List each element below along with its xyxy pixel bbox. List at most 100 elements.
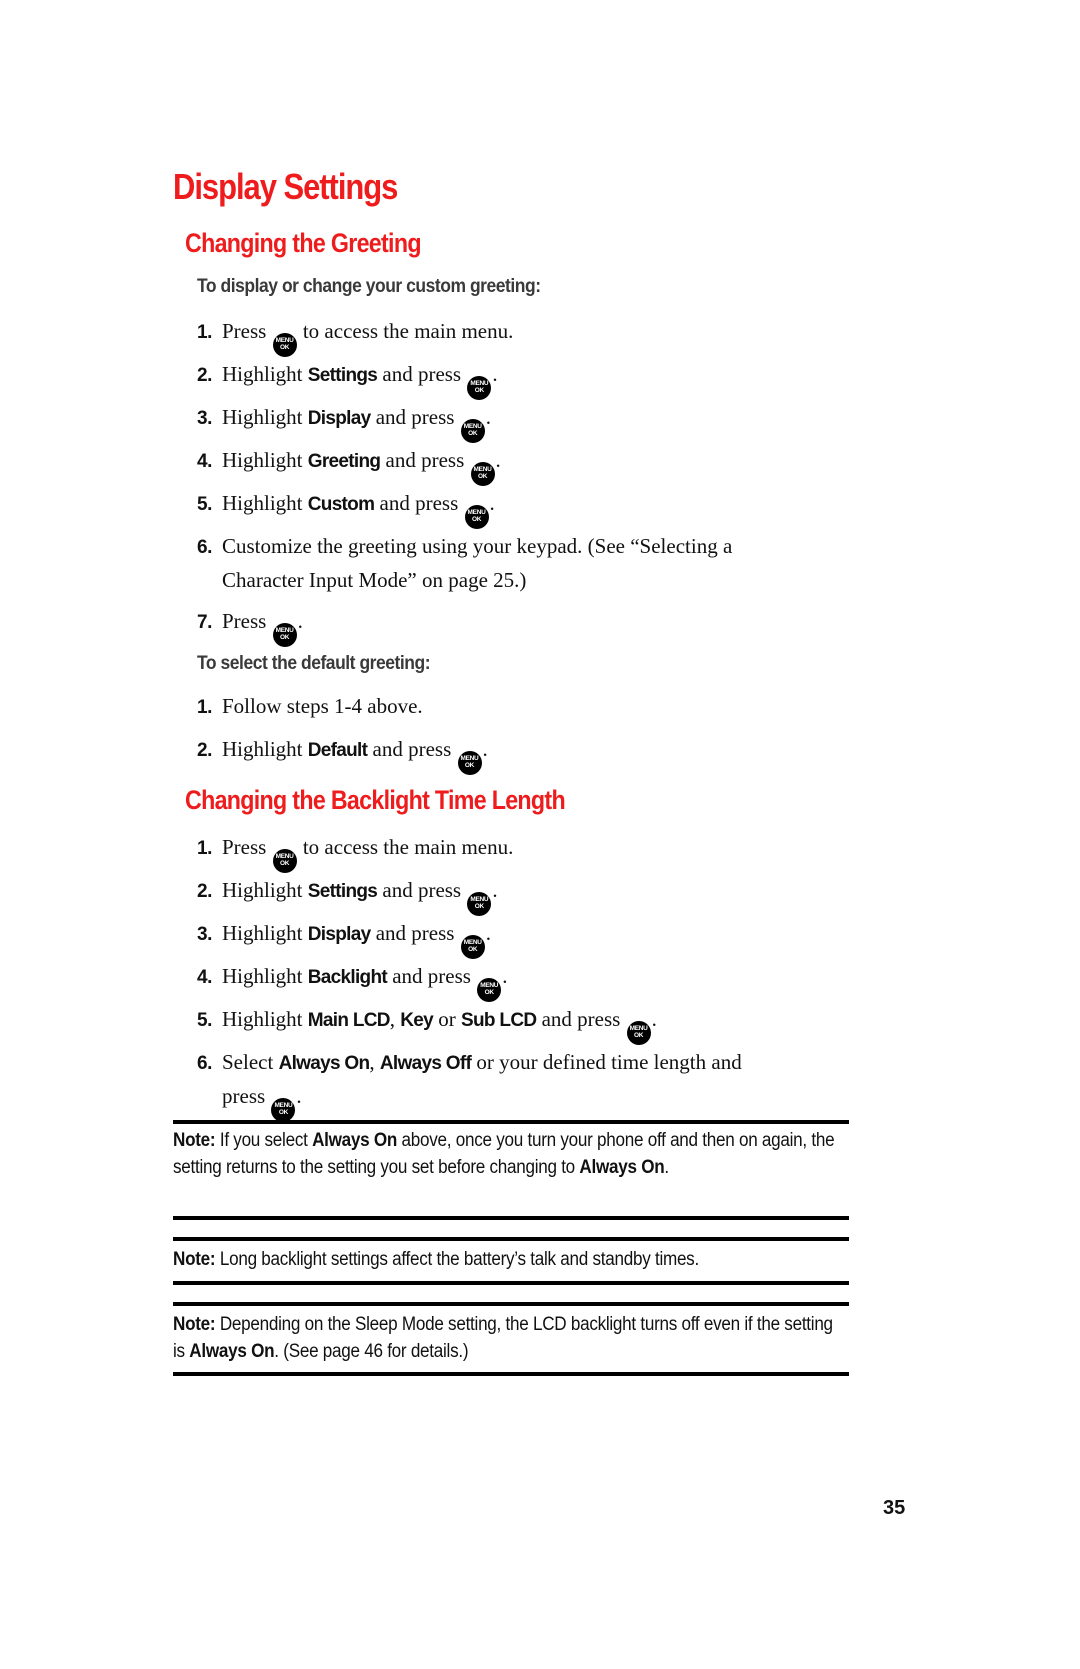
step-text: or	[438, 1007, 456, 1031]
menu-ok-key-icon: MENU OK	[271, 1097, 296, 1122]
note-emphasis: Always On	[189, 1341, 275, 1362]
subheading-default-greeting: To select the default greeting:	[197, 653, 431, 674]
page-number: 35	[883, 1497, 906, 1519]
menu-ok-key-icon: MENU OK	[464, 504, 489, 529]
list-item: 2. Highlight Default and press MENU OK.	[197, 733, 837, 775]
page-title: Display Settings	[173, 166, 398, 207]
step-text: and press	[382, 362, 462, 386]
list-item: 2. Highlight Settings and press MENU OK.	[197, 874, 837, 916]
menu-option-always-off: Always Off	[379, 1053, 472, 1074]
note-text: . (See page 46 for details.)	[274, 1341, 469, 1362]
menu-ok-key-icon: MENU OK	[467, 375, 492, 400]
manual-page: Display Settings Changing the Greeting T…	[0, 0, 1080, 1669]
list-item: 1. Follow steps 1-4 above.	[197, 690, 837, 724]
separator: ,	[369, 1050, 375, 1074]
separator: ,	[389, 1007, 396, 1031]
note-text: .	[664, 1157, 669, 1178]
step-text: Highlight	[222, 448, 303, 472]
list-item: 4. Highlight Greeting and press MENU OK.	[197, 444, 837, 486]
note-always-on: Note: If you select Always On above, onc…	[173, 1127, 849, 1181]
step-text: Highlight	[222, 878, 303, 902]
step-text: to access the main menu.	[302, 835, 514, 859]
note-sleep-mode: Note: Depending on the Sleep Mode settin…	[173, 1311, 849, 1365]
menu-ok-key-icon: MENU OK	[470, 461, 495, 486]
step-text: Highlight	[222, 405, 303, 429]
step-number: 6.	[197, 1053, 212, 1074]
note-rule-bottom	[173, 1281, 849, 1285]
step-text: Highlight	[222, 491, 303, 515]
step-number: 5.	[197, 494, 212, 515]
menu-ok-key-icon: MENU OK	[460, 934, 485, 959]
note-label: Note:	[173, 1314, 216, 1335]
menu-ok-key-icon: MENU OK	[460, 418, 485, 443]
menu-ok-key-icon: MENU OK	[457, 750, 482, 775]
step-text: Highlight	[222, 737, 303, 761]
menu-ok-key-icon: MENU OK	[272, 848, 297, 873]
step-text: Press	[222, 609, 267, 633]
menu-ok-key-icon: MENU OK	[467, 891, 492, 916]
step-text: and press	[379, 491, 459, 515]
menu-option-display: Display	[307, 408, 371, 429]
step-number: 3.	[197, 408, 212, 429]
menu-option-key: Key	[400, 1010, 434, 1031]
note-text: Long backlight settings affect the batte…	[219, 1249, 699, 1270]
menu-option-display: Display	[307, 924, 371, 945]
step-text-continued: Character Input Mode” on page 25.)	[222, 568, 527, 592]
note-label: Note:	[173, 1130, 216, 1151]
step-text: to access the main menu.	[302, 319, 514, 343]
menu-ok-key-icon: MENU OK	[272, 622, 297, 647]
step-text-continued: press MENU OK.	[197, 1080, 837, 1122]
step-text: and press	[382, 878, 462, 902]
step-text: and press	[392, 964, 471, 988]
step-text: Highlight	[222, 1007, 303, 1031]
menu-option-custom: Custom	[307, 494, 375, 515]
subheading-custom-greeting: To display or change your custom greetin…	[197, 276, 541, 297]
list-item: 5. Highlight Main LCD, Key or Sub LCD and…	[197, 1003, 837, 1045]
list-item: 6. Customize the greeting using your keyp…	[197, 530, 837, 596]
menu-option-backlight: Backlight	[307, 967, 388, 988]
note-emphasis: Always On	[312, 1130, 398, 1151]
step-number: 1.	[197, 322, 212, 343]
step-number: 6.	[197, 537, 212, 558]
step-text: and press	[375, 921, 455, 945]
section-heading-backlight: Changing the Backlight Time Length	[185, 785, 566, 815]
step-text: Highlight	[222, 362, 303, 386]
note-rule-top	[173, 1237, 849, 1241]
step-number: 5.	[197, 1010, 212, 1031]
list-item: 2. Highlight Settings and press MENU OK.	[197, 358, 837, 400]
list-item: 5. Highlight Custom and press MENU OK.	[197, 487, 837, 529]
step-number: 1.	[197, 838, 212, 859]
step-text: Highlight	[222, 964, 303, 988]
list-item: 4. Highlight Backlight and press MENU OK.	[197, 960, 837, 1002]
list-item: 6. Select Always On, Always Off or your d…	[197, 1046, 837, 1122]
step-text: Follow steps 1-4 above.	[222, 694, 423, 718]
note-battery: Note: Long backlight settings affect the…	[173, 1246, 849, 1273]
step-text: Highlight	[222, 921, 303, 945]
note-text: If you select	[219, 1130, 308, 1151]
menu-option-settings: Settings	[307, 881, 378, 902]
menu-ok-key-icon: MENU OK	[477, 977, 502, 1002]
menu-option-greeting: Greeting	[307, 451, 381, 472]
step-number: 2.	[197, 881, 212, 902]
note-rule-top	[173, 1120, 849, 1124]
note-label: Note:	[173, 1249, 216, 1270]
step-text: or your defined time length and	[476, 1050, 742, 1074]
step-number: 1.	[197, 697, 212, 718]
step-number: 3.	[197, 924, 212, 945]
step-text: Press	[222, 319, 267, 343]
step-text: Select	[222, 1050, 274, 1074]
menu-option-sub-lcd: Sub LCD	[461, 1010, 537, 1031]
step-number: 4.	[197, 451, 212, 472]
step-text: and press	[385, 448, 465, 472]
list-item: 7. Press MENU OK.	[197, 605, 837, 647]
step-number: 4.	[197, 967, 212, 988]
menu-option-main-lcd: Main LCD	[307, 1010, 391, 1031]
note-emphasis: Always On	[579, 1157, 665, 1178]
step-text: and press	[541, 1007, 621, 1031]
list-item: 3. Highlight Display and press MENU OK.	[197, 917, 837, 959]
step-text: Customize the greeting using your keypad…	[222, 534, 733, 558]
menu-option-always-on: Always On	[278, 1053, 371, 1074]
step-text: Press	[222, 835, 267, 859]
section-heading-greeting: Changing the Greeting	[185, 228, 422, 258]
step-number: 7.	[197, 612, 212, 633]
